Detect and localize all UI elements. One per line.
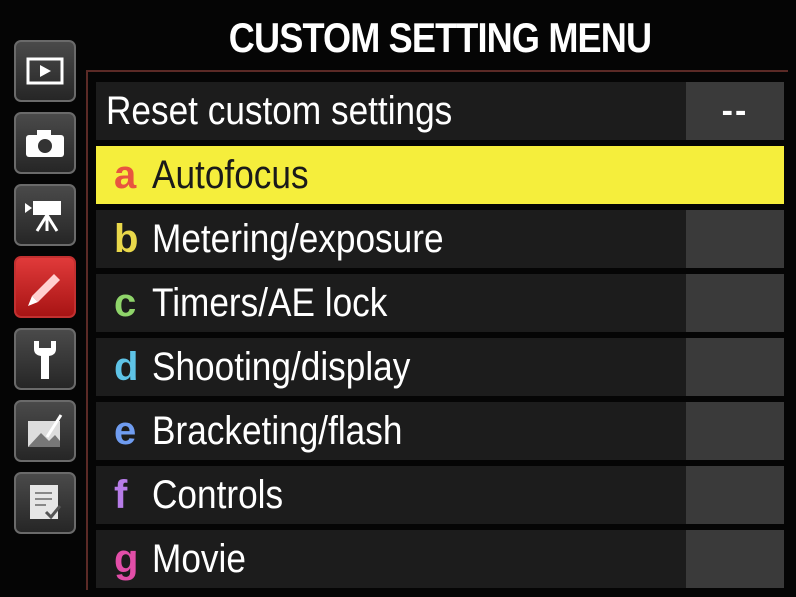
menu-item-letter: f <box>114 472 128 517</box>
reset-custom-settings-row[interactable]: Reset custom settings -- <box>96 82 784 140</box>
movie-camera-icon <box>25 201 61 232</box>
menu-item-label: Metering/exposure <box>152 216 444 261</box>
tab-setup[interactable] <box>14 328 76 390</box>
menu-item-label: Movie <box>152 536 246 581</box>
menu-item-label: Controls <box>152 472 284 517</box>
reset-custom-settings-value: -- <box>721 91 749 130</box>
reset-custom-settings-label: Reset custom settings <box>106 88 453 133</box>
menu-item-label: Autofocus <box>152 152 309 197</box>
menu-title: CUSTOM SETTING MENU <box>228 14 652 61</box>
tab-movie-shooting[interactable] <box>14 184 76 246</box>
menu-item-letter: c <box>114 280 137 325</box>
menu-item-label: Shooting/display <box>152 344 411 389</box>
tab-custom-settings[interactable] <box>14 256 76 318</box>
tab-playback[interactable] <box>14 40 76 102</box>
menu-item-letter: b <box>114 216 139 261</box>
tab-retouch[interactable] <box>14 400 76 462</box>
retouch-icon <box>28 414 63 447</box>
menu-item-label: Bracketing/flash <box>152 408 403 453</box>
menu-item-autofocus[interactable]: a Autofocus <box>96 146 784 204</box>
menu-item-controls[interactable]: f Controls <box>96 466 784 524</box>
menu-item-movie[interactable]: g Movie <box>96 530 784 588</box>
menu-item-letter: e <box>114 408 137 453</box>
menu-item-letter: a <box>114 152 137 197</box>
menu-item-letter: g <box>114 536 139 581</box>
camera-icon <box>26 130 64 157</box>
menu-item-timers-ae-lock[interactable]: c Timers/AE lock <box>96 274 784 332</box>
wrench-icon <box>34 341 56 379</box>
pencil-icon <box>28 274 60 306</box>
menu-item-bracketing-flash[interactable]: e Bracketing/flash <box>96 402 784 460</box>
my-menu-icon <box>30 485 62 520</box>
menu-item-letter: d <box>114 344 139 389</box>
menu-item-label: Timers/AE lock <box>152 280 388 325</box>
tab-photo-shooting[interactable] <box>14 112 76 174</box>
menu-item-metering-exposure[interactable]: b Metering/exposure <box>96 210 784 268</box>
menu-tab-column <box>10 40 80 540</box>
tab-my-menu[interactable] <box>14 472 76 534</box>
menu-screen: CUSTOM SETTING MENU Reset custom setting… <box>0 0 796 597</box>
playback-icon <box>26 57 64 85</box>
menu-item-shooting-display[interactable]: d Shooting/display <box>96 338 784 396</box>
